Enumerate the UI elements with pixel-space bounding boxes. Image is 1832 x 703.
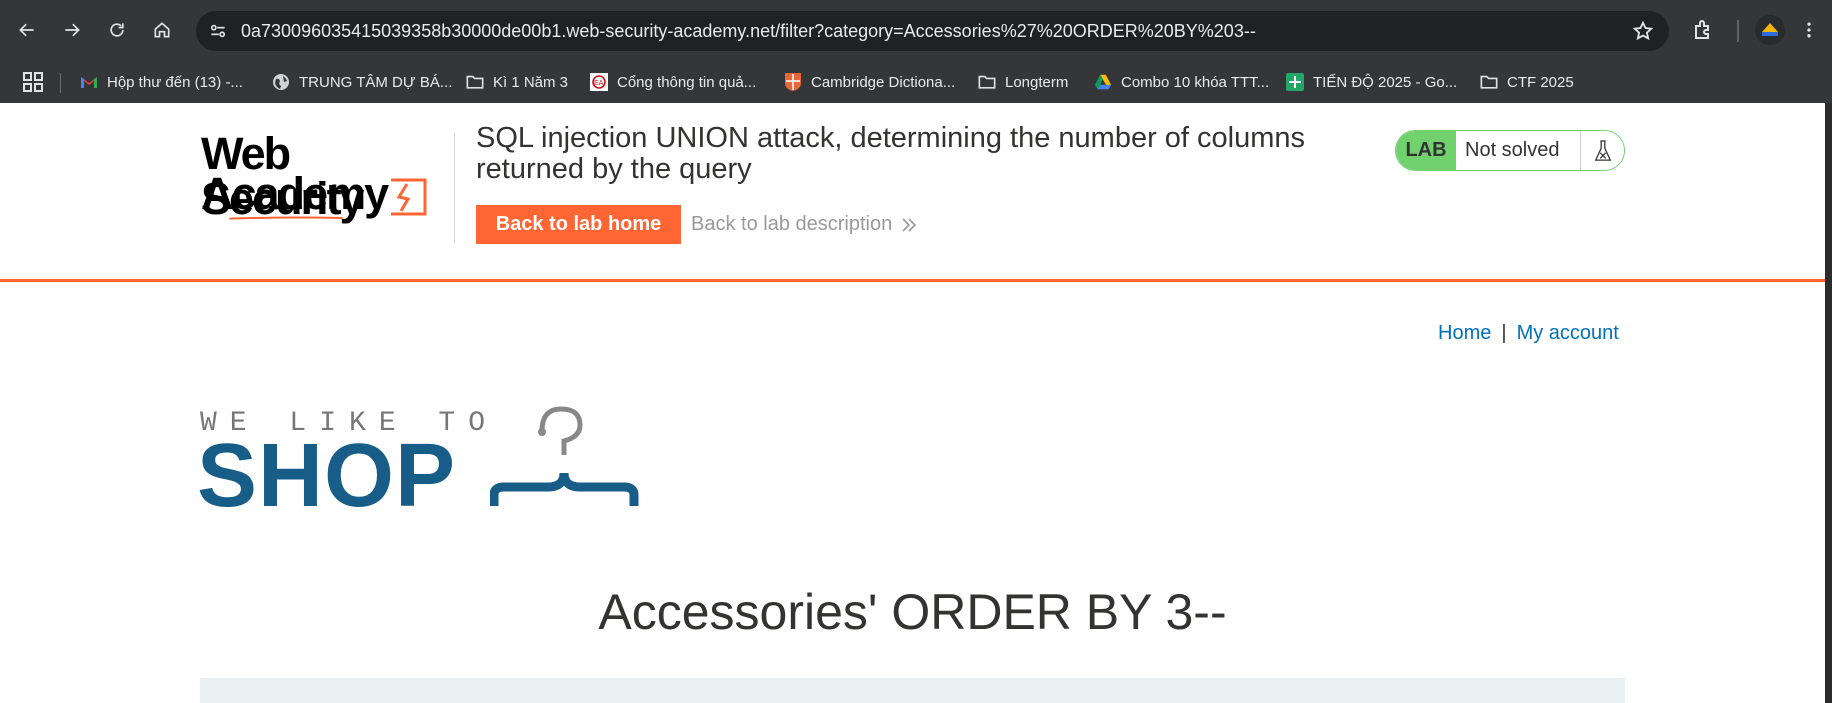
bookmark-label: CTF 2025 [1507,73,1574,91]
back-to-lab-description-link[interactable]: Back to lab description [691,213,918,236]
bookmark-label: Longterm [1005,73,1069,91]
bookmark-item[interactable]: EA Cổng thông tin quả... [590,61,756,103]
lab-status-tag: LAB [1396,131,1456,170]
lab-status-widget: LAB Not solved [1395,130,1625,171]
folder-icon [466,73,484,91]
folder-icon [978,73,996,91]
bookmark-label: Hộp thư đến (13) -... [107,73,243,91]
bookmark-label: Cambridge Dictiona... [811,73,956,91]
browser-toolbar: 0a730096035415039358b30000de00b1.web-sec… [0,0,1832,61]
bookmark-item[interactable]: TRUNG TÂM DỰ BÁ... [272,61,452,103]
page-heading: Accessories' ORDER BY 3-- [598,584,1227,640]
web-security-academy-logo[interactable]: Web Security Academy [201,131,457,221]
google-sheets-icon [1286,73,1304,91]
logo-bolt-icon [391,178,427,216]
header-divider [454,133,455,243]
svg-text:EA: EA [594,80,604,87]
bookmark-label: Cổng thông tin quả... [617,73,757,91]
address-bar[interactable]: 0a730096035415039358b30000de00b1.web-sec… [196,11,1669,51]
back-to-lab-home-button[interactable]: Back to lab home [476,205,681,244]
bookmark-item[interactable]: Combo 10 khóa TTT... [1094,61,1269,103]
profile-avatar-icon[interactable] [1755,15,1785,45]
page-scroll-edge [1825,103,1832,703]
bookmarks-divider [60,73,61,93]
site-settings-icon[interactable] [206,19,230,43]
nav-separator: | [1501,322,1507,344]
bookmark-item[interactable]: Longterm [978,61,1068,103]
bookmark-label: TIẾN ĐỘ 2025 - Go... [1313,73,1458,91]
extensions-icon[interactable] [1688,15,1718,45]
google-drive-icon [1094,73,1112,91]
logo-text-line2: Academy [201,168,389,219]
gmail-icon [80,73,98,91]
flask-icon [1580,131,1624,170]
products-container [200,678,1625,703]
bookmark-label: Combo 10 khóa TTT... [1121,73,1270,91]
reload-icon[interactable] [100,13,134,47]
bookmark-item[interactable]: Hộp thư đến (13) -... [80,61,243,103]
bookmark-label: Kì 1 Năm 3 [493,73,569,91]
double-chevron-right-icon [902,217,917,232]
apps-grid-icon[interactable] [22,71,44,93]
bookmark-item[interactable]: Kì 1 Năm 3 [466,61,568,103]
home-icon[interactable] [145,13,179,47]
lab-title: SQL injection UNION attack, determining … [476,122,1306,185]
bookmark-item[interactable]: CTF 2025 [1480,61,1574,103]
globe-icon [272,73,290,91]
account-nav: Home | My account [1438,322,1619,345]
site-icon: EA [590,73,608,91]
url-text[interactable]: 0a730096035415039358b30000de00b1.web-sec… [241,21,1256,42]
shop-wordmark: SHOP [197,426,457,526]
folder-icon [1480,73,1498,91]
browser-menu-icon[interactable] [1797,15,1821,45]
bookmark-star-icon[interactable] [1631,19,1655,43]
bookmark-item[interactable]: TIẾN ĐỘ 2025 - Go... [1286,61,1457,103]
back-arrow-icon[interactable] [10,13,44,47]
back-to-lab-description-label: Back to lab description [691,213,893,235]
my-account-link[interactable]: My account [1517,322,1619,344]
toolbar-divider [1737,20,1739,42]
forward-arrow-icon[interactable] [55,13,89,47]
lab-status-text: Not solved [1456,131,1580,170]
bookmark-label: TRUNG TÂM DỰ BÁ... [299,73,453,91]
shop-logo: WE LIKE TO SHOP [197,406,640,526]
lab-header: Web Security Academy SQL injection UNION… [0,103,1825,282]
bookmarks-bar: Hộp thư đến (13) -... TRUNG TÂM DỰ BÁ...… [0,61,1832,103]
web-page: Web Security Academy SQL injection UNION… [0,103,1832,703]
home-link[interactable]: Home [1438,322,1491,344]
logo-underline [229,216,343,220]
clothes-hanger-icon [490,406,639,506]
bookmark-item[interactable]: Cambridge Dictiona... [784,61,955,103]
cambridge-icon [784,73,802,91]
